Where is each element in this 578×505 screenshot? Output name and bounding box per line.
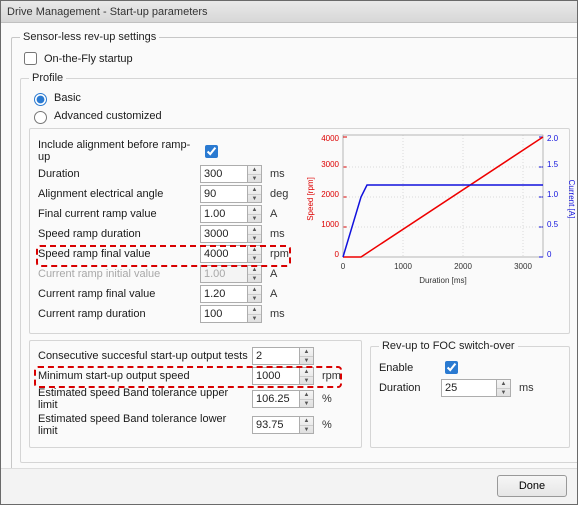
band-lower-input[interactable] (252, 416, 300, 434)
duration-input[interactable] (200, 165, 248, 183)
band-upper-spinner[interactable]: ▲▼ (300, 390, 314, 408)
consec-spinner[interactable]: ▲▼ (300, 347, 314, 365)
include-align-checkbox[interactable] (205, 145, 218, 158)
final-cur-ramp-unit: A (270, 208, 277, 220)
cur-ramp-init-spinner: ▲▼ (248, 265, 262, 283)
duration-spinner[interactable]: ▲▼ (248, 165, 262, 183)
duration-label: Duration (38, 168, 196, 180)
svg-text:2000: 2000 (321, 190, 339, 199)
switch-duration-input[interactable] (441, 379, 497, 397)
svg-text:3000: 3000 (321, 160, 339, 169)
cur-ramp-init-unit: A (270, 268, 277, 280)
svg-text:Speed [rpm]: Speed [rpm] (306, 177, 315, 221)
svg-text:0: 0 (341, 262, 346, 271)
svg-text:0: 0 (335, 250, 340, 259)
speed-ramp-dur-input[interactable] (200, 225, 248, 243)
switch-over-legend: Rev-up to FOC switch-over (379, 340, 518, 352)
min-speed-unit: rpm (322, 370, 341, 382)
band-upper-unit: % (322, 393, 332, 405)
consec-input[interactable] (252, 347, 300, 365)
align-angle-label: Alignment electrical angle (38, 188, 196, 200)
band-lower-spinner[interactable]: ▲▼ (300, 416, 314, 434)
sensorless-group: Sensor-less rev-up settings On-the-Fly s… (11, 31, 577, 468)
speed-ramp-dur-unit: ms (270, 228, 285, 240)
profile-basic-label: Basic (54, 92, 81, 104)
content: Sensor-less rev-up settings On-the-Fly s… (1, 23, 577, 468)
speed-ramp-dur-spinner[interactable]: ▲▼ (248, 225, 262, 243)
switch-duration-unit: ms (519, 382, 534, 394)
speed-ramp-final-unit: rpm (270, 248, 289, 260)
switch-duration-label: Duration (379, 382, 437, 394)
svg-text:3000: 3000 (514, 262, 532, 271)
done-button[interactable]: Done (497, 475, 567, 497)
profile-legend: Profile (29, 72, 66, 84)
align-angle-unit: deg (270, 188, 288, 200)
cur-ramp-dur-input[interactable] (200, 305, 248, 323)
speed-ramp-dur-label: Speed ramp duration (38, 228, 196, 240)
min-speed-input[interactable] (252, 367, 300, 385)
min-speed-spinner[interactable]: ▲▼ (300, 367, 314, 385)
speed-ramp-final-label: Speed ramp final value (38, 248, 196, 260)
svg-text:Current [A]: Current [A] (567, 180, 575, 219)
window-title: Drive Management - Start-up parameters (7, 6, 208, 18)
svg-text:1.5: 1.5 (547, 160, 559, 169)
consec-label: Consecutive succesful start-up output te… (38, 350, 248, 362)
on-the-fly-checkbox[interactable] (24, 52, 37, 65)
final-cur-ramp-input[interactable] (200, 205, 248, 223)
cur-ramp-final-label: Current ramp final value (38, 288, 196, 300)
min-speed-label: Minimum start-up output speed (38, 370, 248, 382)
svg-text:2000: 2000 (454, 262, 472, 271)
cur-ramp-dur-unit: ms (270, 308, 285, 320)
cur-ramp-final-input[interactable] (200, 285, 248, 303)
include-align-label: Include alignment before ramp-up (38, 139, 196, 163)
on-the-fly-label: On-the-Fly startup (44, 53, 133, 65)
align-angle-spinner[interactable]: ▲▼ (248, 185, 262, 203)
duration-unit: ms (270, 168, 285, 180)
chart: 0 1000 2000 3000 4000 (305, 129, 575, 287)
svg-text:2.0: 2.0 (547, 134, 559, 143)
profile-advanced-label: Advanced customized (54, 110, 162, 122)
cur-ramp-dur-spinner[interactable]: ▲▼ (248, 305, 262, 323)
drive-mgmt-window: Drive Management - Start-up parameters S… (0, 0, 578, 505)
sensorless-legend: Sensor-less rev-up settings (20, 31, 159, 43)
final-cur-ramp-spinner[interactable]: ▲▼ (248, 205, 262, 223)
band-lower-unit: % (322, 419, 332, 431)
svg-text:Duration [ms]: Duration [ms] (419, 276, 467, 285)
speed-ramp-final-spinner[interactable]: ▲▼ (248, 245, 262, 263)
switch-duration-spinner[interactable]: ▲▼ (497, 379, 511, 397)
svg-text:1.0: 1.0 (547, 190, 559, 199)
profile-advanced-radio[interactable] (34, 111, 47, 124)
switch-enable-checkbox[interactable] (445, 361, 458, 374)
svg-text:0.5: 0.5 (547, 220, 559, 229)
cur-ramp-init-input (200, 265, 248, 283)
cur-ramp-final-unit: A (270, 288, 277, 300)
cur-ramp-final-spinner[interactable]: ▲▼ (248, 285, 262, 303)
band-upper-input[interactable] (252, 390, 300, 408)
svg-text:1000: 1000 (394, 262, 412, 271)
align-angle-input[interactable] (200, 185, 248, 203)
switch-enable-label: Enable (379, 362, 437, 374)
cur-ramp-init-label: Current ramp initial value (38, 268, 196, 280)
final-cur-ramp-label: Final current ramp value (38, 208, 196, 220)
profile-basic-radio[interactable] (34, 93, 47, 106)
band-lower-label: Estimated speed Band tolerance lower lim… (38, 413, 248, 437)
speed-ramp-final-input[interactable] (200, 245, 248, 263)
titlebar: Drive Management - Start-up parameters (1, 1, 577, 23)
band-upper-label: Estimated speed Band tolerance upper lim… (38, 387, 248, 411)
svg-text:4000: 4000 (321, 134, 339, 143)
svg-text:1000: 1000 (321, 220, 339, 229)
cur-ramp-dur-label: Current ramp duration (38, 308, 196, 320)
svg-text:0: 0 (547, 250, 552, 259)
